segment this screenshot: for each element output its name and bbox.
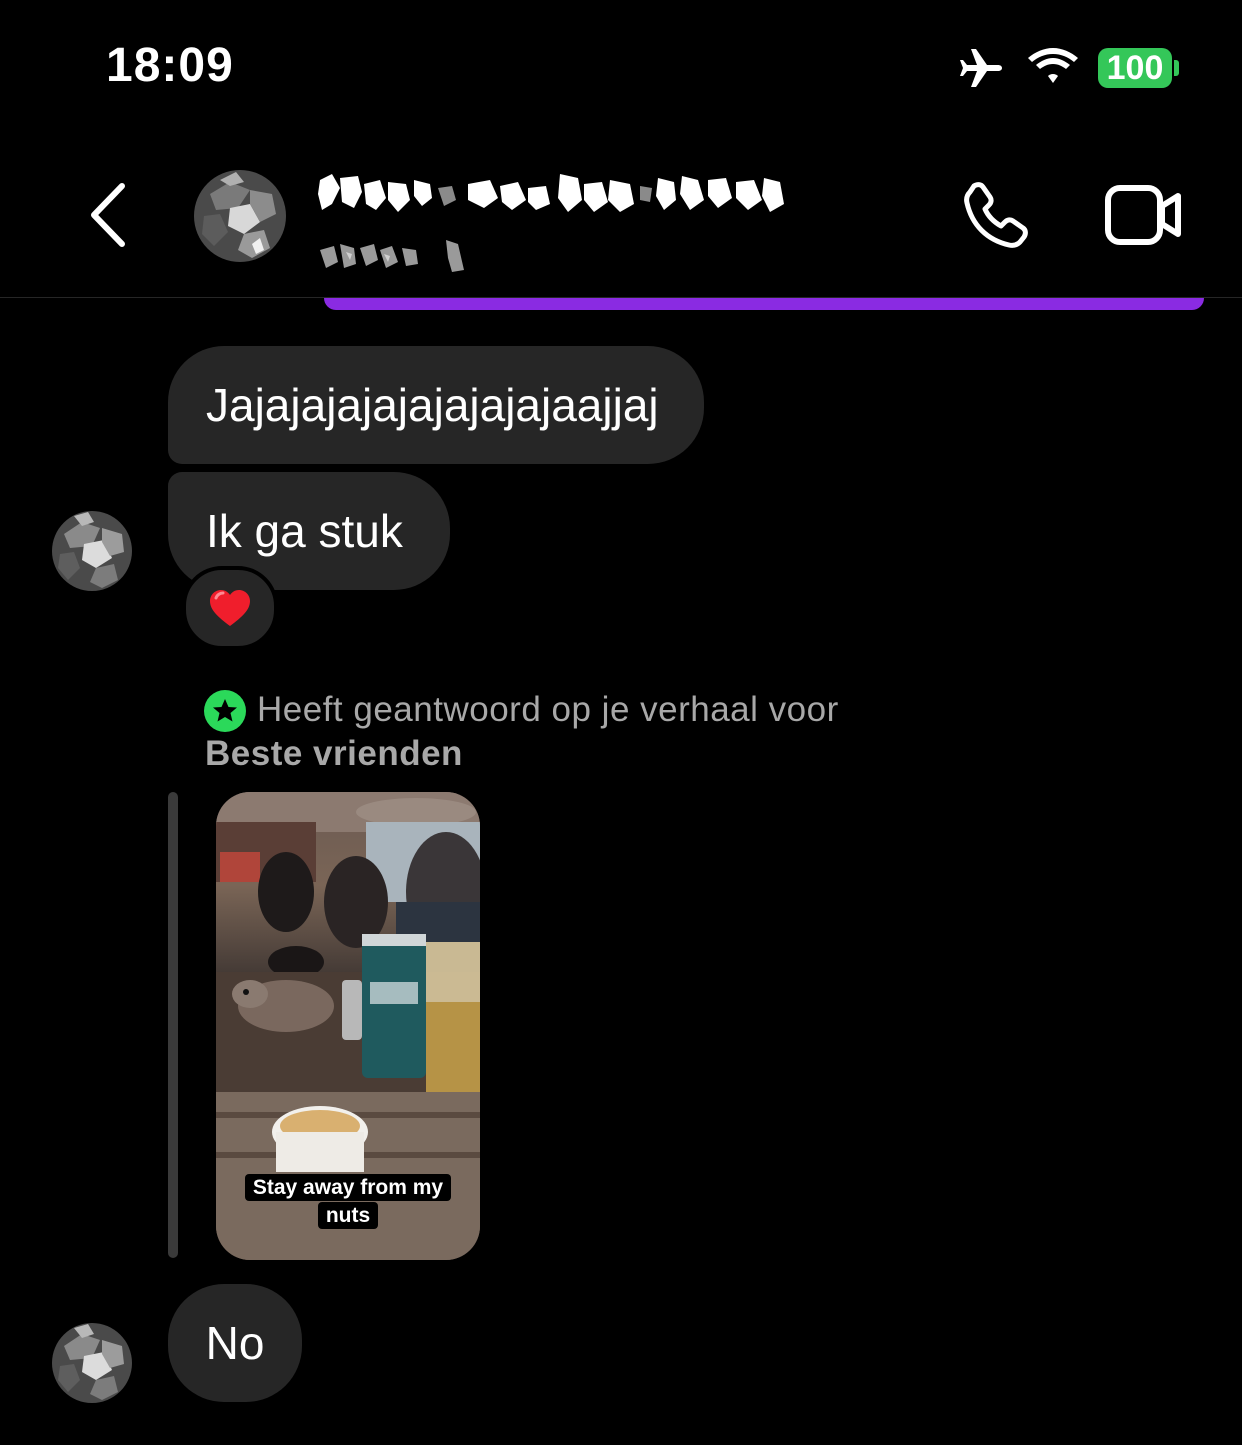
wifi-icon xyxy=(1028,48,1078,83)
avatar[interactable] xyxy=(190,164,290,268)
message-bubble[interactable]: No xyxy=(168,1284,302,1402)
video-icon[interactable] xyxy=(1104,182,1184,248)
battery-icon: 100 xyxy=(1098,48,1172,88)
story-overlay-text: Stay away from my nuts xyxy=(216,1174,480,1230)
heart-reaction[interactable] xyxy=(182,566,278,650)
star-icon xyxy=(204,690,246,732)
avatar[interactable] xyxy=(48,506,136,596)
close-friends-label: Beste vrienden xyxy=(205,734,463,773)
story-overlay-line: nuts xyxy=(317,1202,379,1229)
story-thumbnail[interactable]: Stay away from my nuts xyxy=(216,792,480,1260)
message-text: Jajajajajajajajajajaajjaj xyxy=(206,379,659,431)
contact-username-redacted xyxy=(320,240,464,272)
heart-icon xyxy=(210,590,250,626)
message-text: Ik ga stuk xyxy=(206,505,403,557)
previous-message-edge xyxy=(324,298,1204,310)
status-time: 18:09 xyxy=(106,39,234,92)
story-overlay-line: Stay away from my xyxy=(244,1174,452,1201)
avatar[interactable] xyxy=(48,1318,136,1408)
contact-name-redacted xyxy=(318,174,784,212)
story-reply-caption: Heeft geantwoord op je verhaal voor xyxy=(257,690,839,729)
message-text: No xyxy=(205,1317,265,1369)
reply-quote-bar xyxy=(168,792,178,1258)
back-icon[interactable] xyxy=(86,180,130,250)
battery-nub xyxy=(1174,60,1179,76)
phone-icon[interactable] xyxy=(960,180,1032,252)
message-bubble[interactable]: Jajajajajajajajajajaajjaj xyxy=(168,346,704,464)
airplane-icon xyxy=(960,49,1002,87)
